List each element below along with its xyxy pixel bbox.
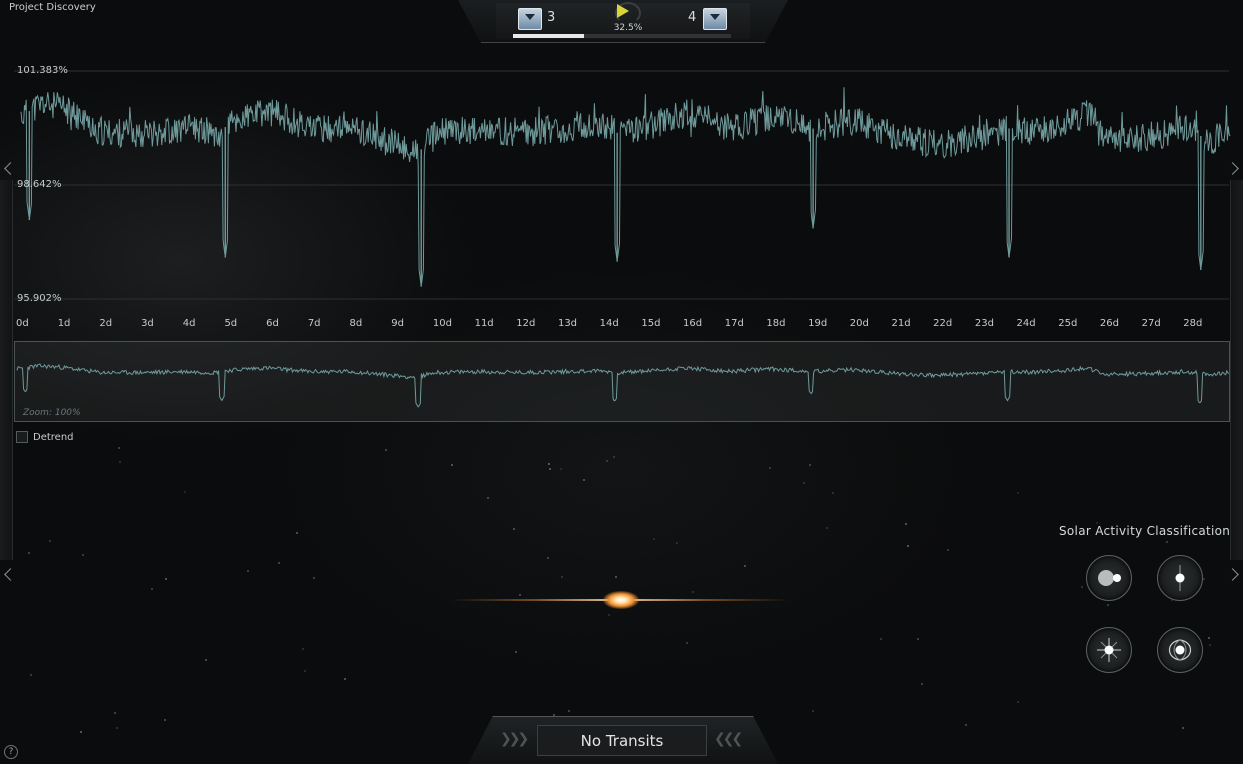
y-tick-label: 98.642% xyxy=(17,179,62,190)
star-dot xyxy=(1202,578,1205,581)
single-star-button[interactable] xyxy=(1157,555,1203,601)
x-tick-label: 13d xyxy=(557,318,578,329)
star-dot xyxy=(486,497,489,499)
detrend-label: Detrend xyxy=(33,431,74,443)
x-tick-label: 21d xyxy=(891,318,911,329)
flaring-star-button[interactable] xyxy=(1086,627,1132,673)
x-tick-label: 28d xyxy=(1183,318,1203,329)
x-tick-label: 5d xyxy=(224,318,238,329)
star-dot xyxy=(118,446,121,449)
star-dot xyxy=(920,682,923,685)
x-tick-label: 9d xyxy=(391,318,404,329)
progress-percent: 32.5% xyxy=(613,23,643,33)
x-tick-label: 19d xyxy=(808,318,828,329)
x-tick-label: 4d xyxy=(182,318,196,329)
chevron-left-icon: ❮❮❮ xyxy=(714,731,743,747)
rank-left-icon xyxy=(518,8,542,30)
x-tick-label: 0d xyxy=(16,318,29,329)
star-dot xyxy=(384,449,387,452)
rank-right-icon xyxy=(703,8,727,30)
overview-strip[interactable] xyxy=(14,341,1230,422)
x-tick-label: 26d xyxy=(1099,318,1119,329)
x-tick-label: 18d xyxy=(766,318,786,329)
x-tick-label: 17d xyxy=(724,318,744,329)
progress-bar-fill xyxy=(513,34,584,38)
progress-bar xyxy=(513,34,731,38)
star-dot xyxy=(768,466,771,469)
rank-right-value: 4 xyxy=(688,10,697,25)
x-tick-label: 7d xyxy=(307,318,321,329)
star-dot xyxy=(552,713,555,716)
help-icon[interactable]: ? xyxy=(4,745,18,759)
star-dot xyxy=(1208,644,1211,647)
x-tick-label: 27d xyxy=(1141,318,1161,329)
x-tick-label: 10d xyxy=(432,318,452,329)
binary-star-button[interactable] xyxy=(1086,555,1132,601)
x-tick-label: 1d xyxy=(57,318,71,329)
x-tick-label: 24d xyxy=(1016,318,1036,329)
star-dot xyxy=(1207,636,1210,639)
x-tick-label: 23d xyxy=(974,318,994,329)
magnetic-star-button[interactable] xyxy=(1157,627,1203,673)
y-tick-label: 95.902% xyxy=(17,293,62,304)
overview-curve xyxy=(16,363,1230,408)
detrend-toggle[interactable]: Detrend xyxy=(16,431,74,443)
star-dot xyxy=(743,564,746,567)
x-tick-label: 8d xyxy=(349,318,363,329)
chevron-right-icon: ❯❯❯ xyxy=(500,731,529,747)
y-tick-label: 101.383% xyxy=(17,65,68,76)
flaring-star-icon xyxy=(1097,638,1121,662)
star-dot xyxy=(183,491,186,494)
star-dot xyxy=(653,537,656,540)
star-dot xyxy=(904,522,907,525)
x-tick-label: 22d xyxy=(933,318,953,329)
zoom-label: Zoom: 100% xyxy=(23,408,81,418)
detrend-checkbox[interactable] xyxy=(16,431,28,443)
star-dot xyxy=(582,478,585,481)
x-tick-label: 25d xyxy=(1058,318,1078,329)
light-curve-chart[interactable] xyxy=(0,60,1243,340)
star-dot xyxy=(808,463,811,466)
x-tick-label: 16d xyxy=(683,318,703,329)
overview-series xyxy=(16,363,1230,408)
x-tick-label: 20d xyxy=(849,318,869,329)
single-star-icon xyxy=(1175,565,1185,591)
x-tick-label: 3d xyxy=(141,318,154,329)
rank-left-value: 3 xyxy=(547,10,556,25)
star-dot xyxy=(1080,585,1083,588)
classification-title: Solar Activity Classification xyxy=(1059,524,1231,538)
star-icon xyxy=(603,591,639,609)
x-tick-label: 11d xyxy=(474,318,494,329)
gauge-pointer-icon xyxy=(617,4,629,18)
star-dot xyxy=(514,651,517,654)
x-tick-label: 14d xyxy=(599,318,619,329)
star-dot xyxy=(612,456,615,459)
x-tick-label: 15d xyxy=(641,318,661,329)
star-dot xyxy=(1166,540,1169,543)
x-tick-label: 12d xyxy=(516,318,536,329)
star-dot xyxy=(164,577,167,580)
star-dot xyxy=(614,576,617,579)
star-dot xyxy=(605,459,608,462)
star-dot xyxy=(906,544,909,547)
star-dot xyxy=(964,723,967,726)
binary-star-icon xyxy=(1098,570,1121,586)
x-tick-label: 2d xyxy=(99,318,113,329)
star-dot xyxy=(246,569,249,572)
star-dot xyxy=(115,727,118,730)
window-title: Project Discovery xyxy=(9,2,96,13)
magnetic-star-icon xyxy=(1168,639,1192,661)
x-tick-label: 6d xyxy=(266,318,279,329)
no-transits-button[interactable]: No Transits xyxy=(537,725,707,756)
